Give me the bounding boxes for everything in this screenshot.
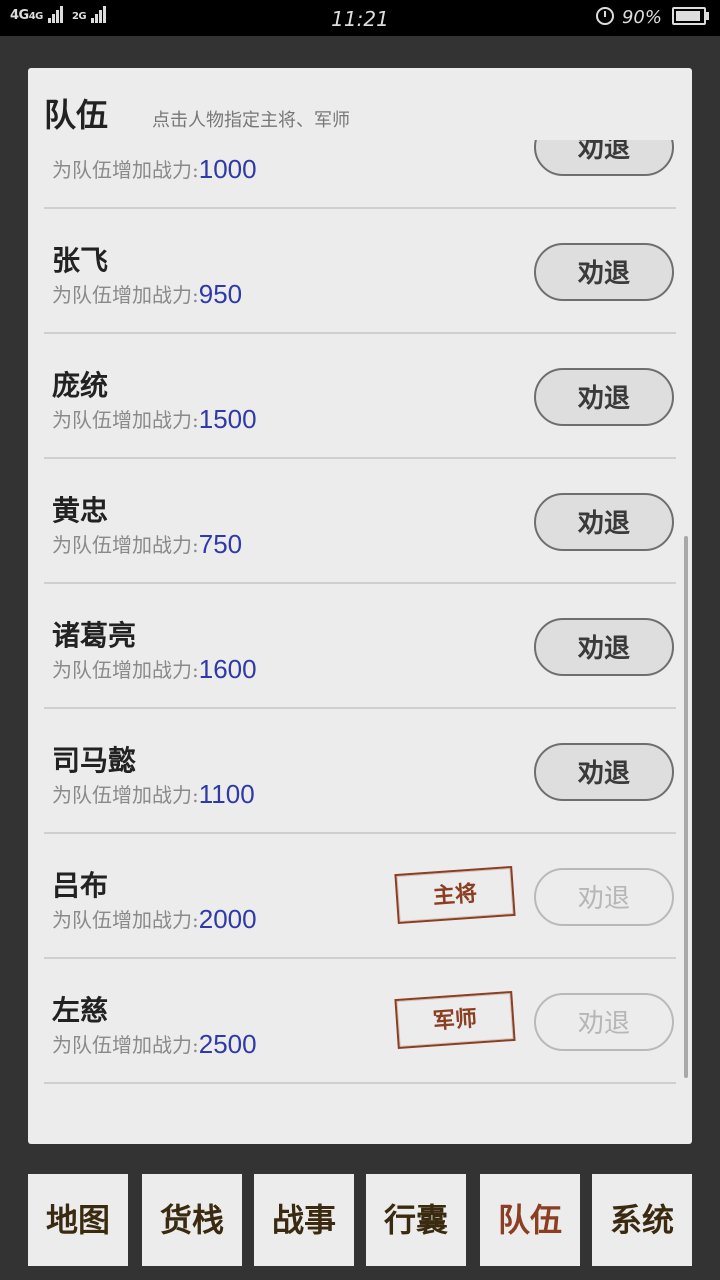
status-right: 90% [595, 7, 709, 28]
role-stamp: 军师 [394, 990, 516, 1050]
power-value: 2500 [198, 1029, 257, 1059]
member-power: 为队伍增加战力:1000 [52, 154, 257, 185]
member-row[interactable]: 黄忠 为队伍增加战力:750 劝退 [44, 459, 676, 584]
power-value: 750 [198, 529, 243, 559]
role-stamp: 主将 [394, 865, 516, 925]
nav-tab[interactable]: 货栈 [142, 1174, 242, 1266]
team-panel: 队伍 点击人物指定主将、军师 为队伍增加战力:1000 劝退 张飞 为队伍增加战力:9… [28, 68, 692, 1144]
page-hint: 点击人物指定主将、军师 [152, 110, 350, 131]
power-label: 为队伍增加战力: [52, 158, 199, 182]
battery-percent: 90% [621, 7, 662, 28]
member-power: 为队伍增加战力:950 [52, 279, 242, 310]
battery-icon [672, 7, 709, 25]
power-label: 为队伍增加战力: [52, 283, 199, 307]
power-value: 1500 [198, 404, 257, 434]
member-power: 为队伍增加战力:1500 [52, 404, 257, 435]
member-list[interactable]: 为队伍增加战力:1000 劝退 张飞 为队伍增加战力:950 劝退 庞统 为队伍增加战力:1… [44, 140, 676, 1144]
power-label: 为队伍增加战力: [52, 1033, 199, 1057]
member-row[interactable]: 吕布 为队伍增加战力:2000 主将 劝退 [44, 834, 676, 959]
power-label: 为队伍增加战力: [52, 408, 199, 432]
dismiss-button[interactable]: 劝退 [534, 368, 674, 426]
power-value: 2000 [198, 904, 257, 934]
member-name: 司马懿 [52, 744, 137, 777]
dismiss-button[interactable]: 劝退 [534, 868, 674, 926]
dismiss-button[interactable]: 劝退 [534, 243, 674, 301]
power-label: 为队伍增加战力: [52, 533, 199, 557]
page-title: 队伍 [44, 96, 109, 134]
member-name: 黄忠 [52, 494, 109, 527]
member-power: 为队伍增加战力:750 [52, 529, 242, 560]
member-name: 庞统 [52, 369, 109, 402]
status-bar: 4G4G 2G 11:21 90% [0, 0, 720, 36]
power-value: 1600 [198, 654, 257, 684]
member-name: 诸葛亮 [52, 619, 137, 652]
power-label: 为队伍增加战力: [52, 783, 199, 807]
bottom-nav: 地图 货栈 战事 行囊 队伍 系统 [28, 1174, 692, 1266]
power-value: 950 [198, 279, 243, 309]
member-row[interactable]: 左慈 为队伍增加战力:2500 军师 劝退 [44, 959, 676, 1084]
member-power: 为队伍增加战力:1100 [52, 779, 255, 810]
nav-tab[interactable]: 队伍 [480, 1174, 580, 1266]
power-value: 1100 [198, 779, 255, 809]
dismiss-button[interactable]: 劝退 [534, 493, 674, 551]
member-row[interactable]: 司马懿 为队伍增加战力:1100 劝退 [44, 709, 676, 834]
member-row[interactable]: 为队伍增加战力:1000 劝退 [44, 140, 676, 209]
member-power: 为队伍增加战力:1600 [52, 654, 257, 685]
member-row[interactable]: 庞统 为队伍增加战力:1500 劝退 [44, 334, 676, 459]
nav-tab[interactable]: 行囊 [366, 1174, 466, 1266]
member-row[interactable]: 张飞 为队伍增加战力:950 劝退 [44, 209, 676, 334]
power-label: 为队伍增加战力: [52, 658, 199, 682]
nav-tab[interactable]: 战事 [254, 1174, 354, 1266]
nav-tab[interactable]: 地图 [28, 1174, 128, 1266]
dismiss-button[interactable]: 劝退 [534, 993, 674, 1051]
power-label: 为队伍增加战力: [52, 908, 199, 932]
power-value: 1000 [198, 154, 257, 184]
member-power: 为队伍增加战力:2500 [52, 1029, 257, 1060]
dismiss-button[interactable]: 劝退 [534, 618, 674, 676]
member-name: 吕布 [52, 869, 109, 902]
alarm-icon [595, 7, 614, 25]
dismiss-button[interactable]: 劝退 [534, 140, 674, 176]
nav-tab[interactable]: 系统 [592, 1174, 692, 1266]
scrollbar[interactable] [684, 536, 688, 1078]
member-row[interactable]: 诸葛亮 为队伍增加战力:1600 劝退 [44, 584, 676, 709]
member-name: 张飞 [52, 244, 109, 277]
member-name: 左慈 [52, 994, 109, 1027]
dismiss-button[interactable]: 劝退 [534, 743, 674, 801]
member-power: 为队伍增加战力:2000 [52, 904, 257, 935]
